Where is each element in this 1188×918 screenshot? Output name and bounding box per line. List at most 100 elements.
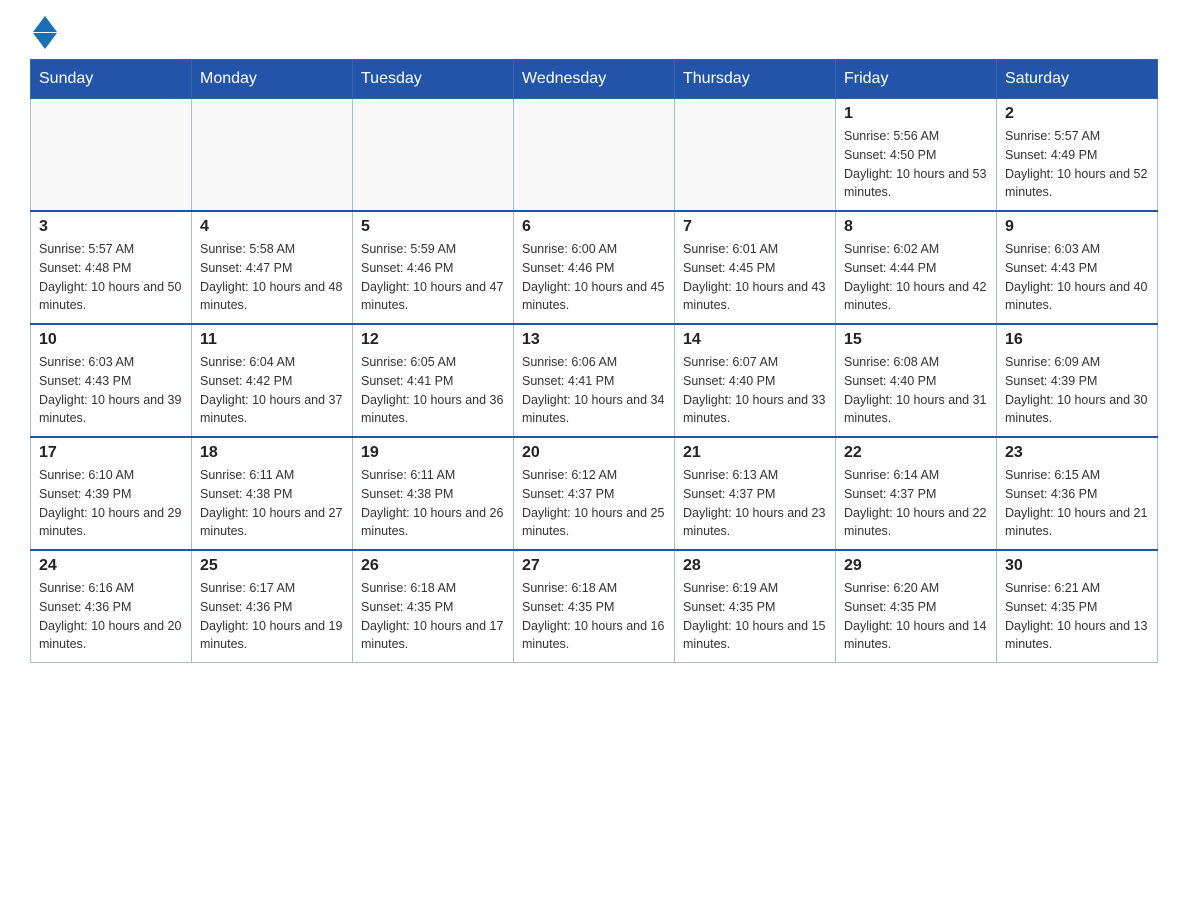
day-sun-info: Sunrise: 6:16 AM Sunset: 4:36 PM Dayligh…	[39, 579, 183, 654]
day-number: 4	[200, 218, 344, 236]
page-header	[30, 20, 1158, 49]
day-number: 26	[361, 557, 505, 575]
calendar-cell	[514, 99, 675, 212]
day-sun-info: Sunrise: 6:06 AM Sunset: 4:41 PM Dayligh…	[522, 353, 666, 428]
day-number: 12	[361, 331, 505, 349]
day-number: 18	[200, 444, 344, 462]
day-sun-info: Sunrise: 6:05 AM Sunset: 4:41 PM Dayligh…	[361, 353, 505, 428]
calendar-cell: 5 Sunrise: 5:59 AM Sunset: 4:46 PM Daylig…	[353, 211, 514, 324]
calendar-cell	[192, 99, 353, 212]
calendar-cell: 20 Sunrise: 6:12 AM Sunset: 4:37 PM Dayli…	[514, 437, 675, 550]
calendar-cell: 17 Sunrise: 6:10 AM Sunset: 4:39 PM Dayli…	[31, 437, 192, 550]
day-number: 10	[39, 331, 183, 349]
day-number: 24	[39, 557, 183, 575]
week-row-3: 10 Sunrise: 6:03 AM Sunset: 4:43 PM Dayli…	[31, 324, 1158, 437]
day-sun-info: Sunrise: 6:18 AM Sunset: 4:35 PM Dayligh…	[522, 579, 666, 654]
day-number: 20	[522, 444, 666, 462]
day-number: 5	[361, 218, 505, 236]
week-row-1: 1 Sunrise: 5:56 AM Sunset: 4:50 PM Daylig…	[31, 99, 1158, 212]
calendar-cell: 4 Sunrise: 5:58 AM Sunset: 4:47 PM Daylig…	[192, 211, 353, 324]
day-number: 16	[1005, 331, 1149, 349]
day-sun-info: Sunrise: 5:59 AM Sunset: 4:46 PM Dayligh…	[361, 240, 505, 315]
day-number: 13	[522, 331, 666, 349]
day-sun-info: Sunrise: 6:08 AM Sunset: 4:40 PM Dayligh…	[844, 353, 988, 428]
calendar-cell: 8 Sunrise: 6:02 AM Sunset: 4:44 PM Daylig…	[836, 211, 997, 324]
calendar-cell: 21 Sunrise: 6:13 AM Sunset: 4:37 PM Dayli…	[675, 437, 836, 550]
day-sun-info: Sunrise: 6:03 AM Sunset: 4:43 PM Dayligh…	[39, 353, 183, 428]
calendar-cell: 9 Sunrise: 6:03 AM Sunset: 4:43 PM Daylig…	[997, 211, 1158, 324]
calendar-cell: 3 Sunrise: 5:57 AM Sunset: 4:48 PM Daylig…	[31, 211, 192, 324]
calendar-cell: 13 Sunrise: 6:06 AM Sunset: 4:41 PM Dayli…	[514, 324, 675, 437]
day-number: 11	[200, 331, 344, 349]
day-sun-info: Sunrise: 5:58 AM Sunset: 4:47 PM Dayligh…	[200, 240, 344, 315]
day-number: 1	[844, 105, 988, 123]
day-sun-info: Sunrise: 6:14 AM Sunset: 4:37 PM Dayligh…	[844, 466, 988, 541]
day-number: 2	[1005, 105, 1149, 123]
day-sun-info: Sunrise: 6:20 AM Sunset: 4:35 PM Dayligh…	[844, 579, 988, 654]
day-sun-info: Sunrise: 6:00 AM Sunset: 4:46 PM Dayligh…	[522, 240, 666, 315]
day-number: 21	[683, 444, 827, 462]
calendar-cell	[353, 99, 514, 212]
day-number: 27	[522, 557, 666, 575]
header-saturday: Saturday	[997, 60, 1158, 99]
day-number: 28	[683, 557, 827, 575]
day-number: 3	[39, 218, 183, 236]
calendar-cell: 27 Sunrise: 6:18 AM Sunset: 4:35 PM Dayli…	[514, 550, 675, 663]
calendar-cell: 6 Sunrise: 6:00 AM Sunset: 4:46 PM Daylig…	[514, 211, 675, 324]
header-friday: Friday	[836, 60, 997, 99]
day-number: 6	[522, 218, 666, 236]
day-number: 30	[1005, 557, 1149, 575]
calendar-cell: 26Sunrise: 6:18 AM Sunset: 4:35 PM Dayli…	[353, 550, 514, 663]
day-sun-info: Sunrise: 5:56 AM Sunset: 4:50 PM Dayligh…	[844, 127, 988, 202]
header-monday: Monday	[192, 60, 353, 99]
day-number: 17	[39, 444, 183, 462]
calendar-cell: 23Sunrise: 6:15 AM Sunset: 4:36 PM Dayli…	[997, 437, 1158, 550]
logo	[30, 20, 57, 49]
day-number: 15	[844, 331, 988, 349]
day-number: 23	[1005, 444, 1149, 462]
day-sun-info: Sunrise: 6:11 AM Sunset: 4:38 PM Dayligh…	[361, 466, 505, 541]
calendar-cell: 1 Sunrise: 5:56 AM Sunset: 4:50 PM Daylig…	[836, 99, 997, 212]
calendar-cell: 22 Sunrise: 6:14 AM Sunset: 4:37 PM Dayli…	[836, 437, 997, 550]
calendar-cell: 24 Sunrise: 6:16 AM Sunset: 4:36 PM Dayli…	[31, 550, 192, 663]
week-row-2: 3 Sunrise: 5:57 AM Sunset: 4:48 PM Daylig…	[31, 211, 1158, 324]
day-sun-info: Sunrise: 6:07 AM Sunset: 4:40 PM Dayligh…	[683, 353, 827, 428]
header-wednesday: Wednesday	[514, 60, 675, 99]
calendar-cell: 11 Sunrise: 6:04 AM Sunset: 4:42 PM Dayli…	[192, 324, 353, 437]
calendar-cell: 15 Sunrise: 6:08 AM Sunset: 4:40 PM Dayli…	[836, 324, 997, 437]
day-sun-info: Sunrise: 6:10 AM Sunset: 4:39 PM Dayligh…	[39, 466, 183, 541]
day-sun-info: Sunrise: 5:57 AM Sunset: 4:48 PM Dayligh…	[39, 240, 183, 315]
day-number: 9	[1005, 218, 1149, 236]
day-sun-info: Sunrise: 6:13 AM Sunset: 4:37 PM Dayligh…	[683, 466, 827, 541]
calendar-cell: 2 Sunrise: 5:57 AM Sunset: 4:49 PM Daylig…	[997, 99, 1158, 212]
calendar-cell: 12 Sunrise: 6:05 AM Sunset: 4:41 PM Dayli…	[353, 324, 514, 437]
week-row-5: 24 Sunrise: 6:16 AM Sunset: 4:36 PM Dayli…	[31, 550, 1158, 663]
calendar-table: Sunday Monday Tuesday Wednesday Thursday…	[30, 59, 1158, 663]
calendar-cell: 19 Sunrise: 6:11 AM Sunset: 4:38 PM Dayli…	[353, 437, 514, 550]
calendar-cell: 18Sunrise: 6:11 AM Sunset: 4:38 PM Dayli…	[192, 437, 353, 550]
day-sun-info: Sunrise: 6:04 AM Sunset: 4:42 PM Dayligh…	[200, 353, 344, 428]
day-number: 14	[683, 331, 827, 349]
day-sun-info: Sunrise: 6:02 AM Sunset: 4:44 PM Dayligh…	[844, 240, 988, 315]
calendar-cell: 30 Sunrise: 6:21 AM Sunset: 4:35 PM Dayli…	[997, 550, 1158, 663]
day-sun-info: Sunrise: 5:57 AM Sunset: 4:49 PM Dayligh…	[1005, 127, 1149, 202]
day-sun-info: Sunrise: 6:03 AM Sunset: 4:43 PM Dayligh…	[1005, 240, 1149, 315]
day-number: 19	[361, 444, 505, 462]
day-sun-info: Sunrise: 6:09 AM Sunset: 4:39 PM Dayligh…	[1005, 353, 1149, 428]
calendar-cell: 14 Sunrise: 6:07 AM Sunset: 4:40 PM Dayli…	[675, 324, 836, 437]
calendar-cell: 7Sunrise: 6:01 AM Sunset: 4:45 PM Daylig…	[675, 211, 836, 324]
day-sun-info: Sunrise: 6:21 AM Sunset: 4:35 PM Dayligh…	[1005, 579, 1149, 654]
day-number: 25	[200, 557, 344, 575]
day-number: 22	[844, 444, 988, 462]
calendar-cell	[31, 99, 192, 212]
day-sun-info: Sunrise: 6:19 AM Sunset: 4:35 PM Dayligh…	[683, 579, 827, 654]
day-number: 8	[844, 218, 988, 236]
calendar-cell: 29Sunrise: 6:20 AM Sunset: 4:35 PM Dayli…	[836, 550, 997, 663]
calendar-cell	[675, 99, 836, 212]
week-row-4: 17 Sunrise: 6:10 AM Sunset: 4:39 PM Dayli…	[31, 437, 1158, 550]
header-thursday: Thursday	[675, 60, 836, 99]
calendar-cell: 10 Sunrise: 6:03 AM Sunset: 4:43 PM Dayli…	[31, 324, 192, 437]
day-sun-info: Sunrise: 6:12 AM Sunset: 4:37 PM Dayligh…	[522, 466, 666, 541]
calendar-cell: 25Sunrise: 6:17 AM Sunset: 4:36 PM Dayli…	[192, 550, 353, 663]
header-tuesday: Tuesday	[353, 60, 514, 99]
